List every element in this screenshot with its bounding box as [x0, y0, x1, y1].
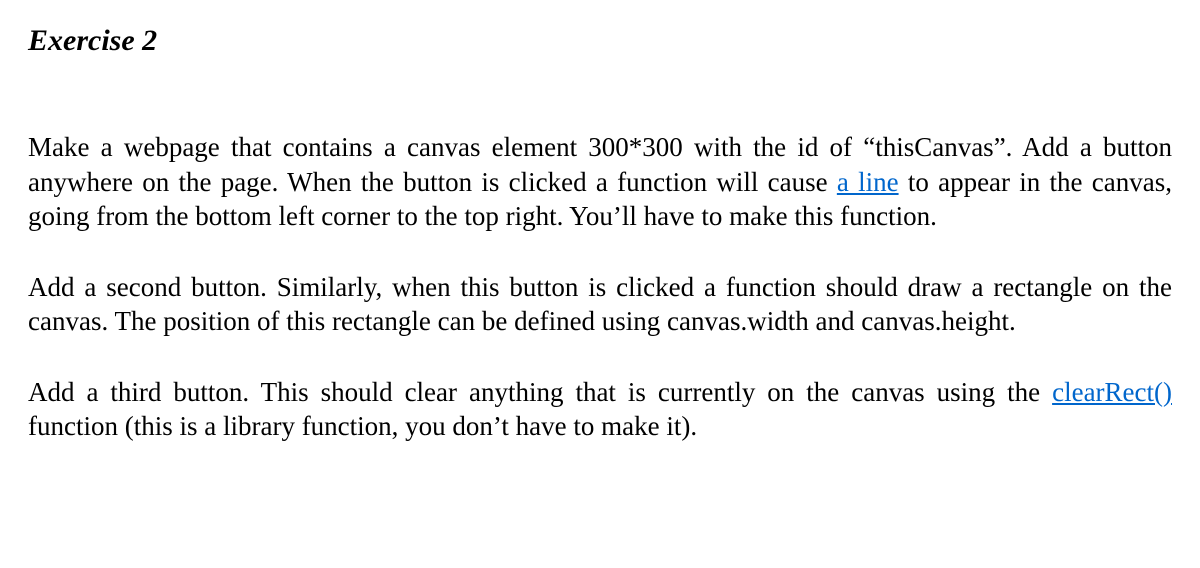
- cutoff-text: [28, 480, 1172, 490]
- exercise-heading: Exercise 2: [28, 24, 1172, 58]
- para3-text-1: Add a third button. This should clear an…: [28, 377, 1052, 407]
- link-clearrect[interactable]: clearRect(): [1052, 377, 1172, 407]
- link-a-line[interactable]: a line: [837, 167, 899, 197]
- para3-text-2: function (this is a library function, yo…: [28, 411, 697, 441]
- paragraph-1: Make a webpage that contains a canvas el…: [28, 130, 1172, 234]
- paragraph-2: Add a second button. Similarly, when thi…: [28, 270, 1172, 339]
- paragraph-3: Add a third button. This should clear an…: [28, 375, 1172, 444]
